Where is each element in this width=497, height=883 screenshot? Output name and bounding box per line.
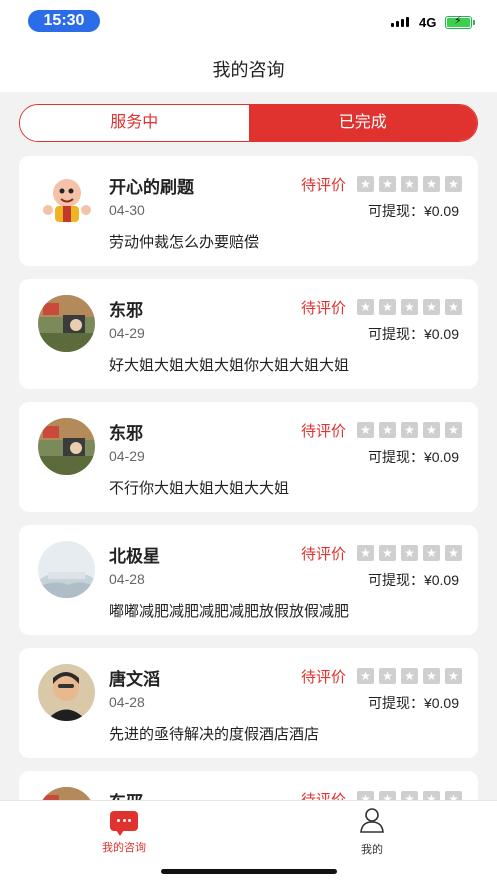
star-icon[interactable]: ★ — [401, 299, 418, 315]
star-icon[interactable]: ★ — [401, 422, 418, 438]
status-badge: 待评价 — [301, 423, 347, 440]
star-icon[interactable]: ★ — [445, 176, 462, 192]
status-badge: 待评价 — [301, 546, 347, 563]
star-icon[interactable]: ★ — [357, 422, 374, 438]
avatar — [38, 172, 95, 229]
user-name: 东邪 — [109, 301, 143, 320]
withdraw-amount: 可提现：¥0.09 — [367, 572, 459, 588]
user-name: 东邪 — [109, 424, 143, 443]
star-icon[interactable]: ★ — [379, 299, 396, 315]
consultation-card[interactable]: 唐文滔 04-28 先进的亟待解决的度假酒店酒店 待评价 ★ ★ ★ ★ ★ 可… — [19, 648, 478, 758]
star-icon[interactable]: ★ — [423, 176, 440, 192]
tab-mine[interactable]: 我的 — [312, 807, 432, 857]
consult-date: 04-28 — [109, 571, 145, 587]
signal-icon — [391, 17, 409, 27]
avatar — [38, 541, 95, 598]
user-name: 北极星 — [109, 547, 160, 566]
tab-my-consultations[interactable]: 我的咨询 — [64, 807, 184, 855]
consultation-card[interactable]: 开心的刷题 04-30 劳动仲裁怎么办要赔偿 待评价 ★ ★ ★ ★ ★ 可提现… — [19, 156, 478, 266]
question-text: 劳动仲裁怎么办要赔偿 — [109, 234, 260, 251]
star-icon[interactable]: ★ — [445, 668, 462, 684]
star-icon[interactable]: ★ — [423, 545, 440, 561]
star-icon[interactable]: ★ — [401, 668, 418, 684]
star-icon[interactable]: ★ — [357, 299, 374, 315]
person-icon — [359, 807, 385, 833]
status-badge: 待评价 — [301, 177, 347, 194]
star-icon[interactable]: ★ — [357, 668, 374, 684]
avatar — [38, 664, 95, 721]
rating-stars[interactable]: ★ ★ ★ ★ ★ — [357, 545, 462, 561]
tab-in-service[interactable]: 服务中 — [20, 105, 249, 141]
star-icon[interactable]: ★ — [423, 422, 440, 438]
status-bar: 15:30 4G ⚡ — [0, 0, 497, 44]
star-icon[interactable]: ★ — [379, 176, 396, 192]
star-icon[interactable]: ★ — [423, 668, 440, 684]
status-segment: 服务中 已完成 — [19, 104, 478, 142]
star-icon[interactable]: ★ — [445, 422, 462, 438]
consult-date: 04-30 — [109, 202, 145, 218]
home-indicator — [161, 869, 337, 874]
star-icon[interactable]: ★ — [401, 176, 418, 192]
withdraw-amount: 可提现：¥0.09 — [367, 326, 459, 342]
consultation-card[interactable]: 北极星 04-28 嘟嘟减肥减肥减肥减肥放假放假减肥 待评价 ★ ★ ★ ★ ★… — [19, 525, 478, 635]
star-icon[interactable]: ★ — [379, 545, 396, 561]
star-icon[interactable]: ★ — [379, 668, 396, 684]
star-icon[interactable]: ★ — [357, 545, 374, 561]
status-badge: 待评价 — [301, 300, 347, 317]
consult-date: 04-28 — [109, 694, 145, 710]
star-icon[interactable]: ★ — [445, 545, 462, 561]
consultation-card[interactable]: 东邪 04-29 好大姐大姐大姐大姐你大姐大姐大姐 待评价 ★ ★ ★ ★ ★ … — [19, 279, 478, 389]
question-text: 嘟嘟减肥减肥减肥减肥放假放假减肥 — [109, 603, 350, 620]
question-text: 不行你大姐大姐大姐大大姐 — [109, 480, 290, 497]
rating-stars[interactable]: ★ ★ ★ ★ ★ — [357, 668, 462, 684]
star-icon[interactable]: ★ — [357, 176, 374, 192]
withdraw-amount: 可提现：¥0.09 — [367, 449, 459, 465]
star-icon[interactable]: ★ — [445, 299, 462, 315]
status-time: 15:30 — [28, 10, 100, 32]
consult-date: 04-29 — [109, 325, 145, 341]
user-name: 开心的刷题 — [109, 178, 194, 197]
tab-label: 我的咨询 — [102, 842, 146, 854]
tab-label: 我的 — [361, 844, 383, 856]
withdraw-amount: 可提现：¥0.09 — [367, 695, 459, 711]
consultation-list: 开心的刷题 04-30 劳动仲裁怎么办要赔偿 待评价 ★ ★ ★ ★ ★ 可提现… — [19, 156, 478, 883]
tab-completed[interactable]: 已完成 — [248, 105, 477, 141]
user-name: 唐文滔 — [109, 670, 160, 689]
status-badge: 待评价 — [301, 669, 347, 686]
battery-icon: ⚡ — [445, 15, 472, 29]
rating-stars[interactable]: ★ ★ ★ ★ ★ — [357, 176, 462, 192]
consult-date: 04-29 — [109, 448, 145, 464]
consultation-card[interactable]: 东邪 04-29 不行你大姐大姐大姐大大姐 待评价 ★ ★ ★ ★ ★ 可提现：… — [19, 402, 478, 512]
star-icon[interactable]: ★ — [423, 299, 440, 315]
star-icon[interactable]: ★ — [401, 545, 418, 561]
rating-stars[interactable]: ★ ★ ★ ★ ★ — [357, 299, 462, 315]
chat-icon — [110, 811, 138, 836]
network-type: 4G — [419, 15, 437, 30]
page-title: 我的咨询 — [212, 60, 285, 80]
avatar — [38, 418, 95, 475]
nav-bar: 我的咨询 — [0, 44, 497, 92]
star-icon[interactable]: ★ — [379, 422, 396, 438]
question-text: 先进的亟待解决的度假酒店酒店 — [109, 726, 320, 743]
avatar — [38, 295, 95, 352]
question-text: 好大姐大姐大姐大姐你大姐大姐大姐 — [109, 357, 350, 374]
withdraw-amount: 可提现：¥0.09 — [367, 203, 459, 219]
rating-stars[interactable]: ★ ★ ★ ★ ★ — [357, 422, 462, 438]
